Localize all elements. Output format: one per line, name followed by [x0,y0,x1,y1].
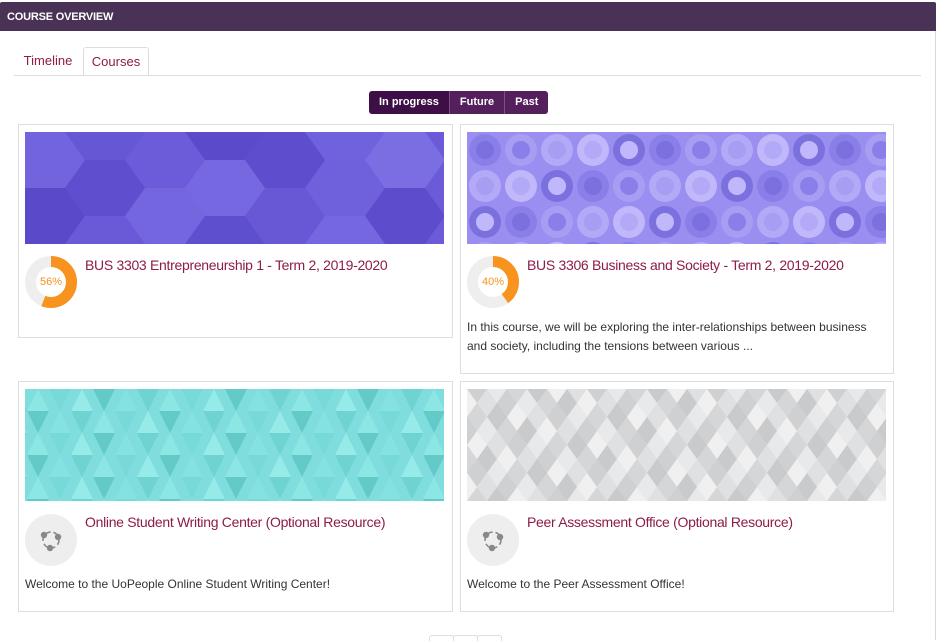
course-description: Welcome to the Peer Assessment Office! [467,577,685,591]
course-overview-header: COURSE OVERVIEW [0,2,936,31]
course-card[interactable]: Peer Assessment Office (Optional Resourc… [460,381,894,612]
course-card[interactable]: 56% BUS 3303 Entrepreneurship 1 - Term 2… [18,124,453,338]
course-description: In this course, we will be exploring the… [467,320,867,353]
pagination-item[interactable] [477,635,502,641]
pagination-item[interactable] [429,635,454,641]
course-title-link[interactable]: BUS 3303 Entrepreneurship 1 - Term 2, 20… [85,257,388,273]
tab-timeline[interactable]: Timeline [14,47,82,76]
progress-label: 40% [481,276,505,288]
course-title-link[interactable]: Online Student Writing Center (Optional … [85,514,386,530]
course-image[interactable] [467,132,886,244]
course-card[interactable]: 40% BUS 3306 Business and Society - Term… [460,124,894,374]
filter-future-button[interactable]: Future [449,91,506,114]
progress-label: 56% [39,276,63,288]
pagination [429,635,502,641]
course-filter-group: In progress Future Past [369,91,549,114]
filter-past-button[interactable]: Past [505,91,549,114]
course-share-icon [25,514,77,566]
course-description: Welcome to the UoPeople Online Student W… [25,577,331,591]
course-card[interactable]: Online Student Writing Center (Optional … [18,381,453,612]
divider [935,31,936,640]
course-image[interactable] [467,389,886,501]
tab-courses[interactable]: Courses [83,47,149,76]
tabs-divider [14,75,921,76]
course-image[interactable] [25,389,444,501]
course-title-link[interactable]: Peer Assessment Office (Optional Resourc… [527,514,793,530]
filter-in-progress-button[interactable]: In progress [369,91,450,114]
course-title-link[interactable]: BUS 3306 Business and Society - Term 2, … [527,257,844,273]
course-image[interactable] [25,132,444,244]
course-share-icon [467,514,519,566]
pagination-item[interactable] [453,635,478,641]
